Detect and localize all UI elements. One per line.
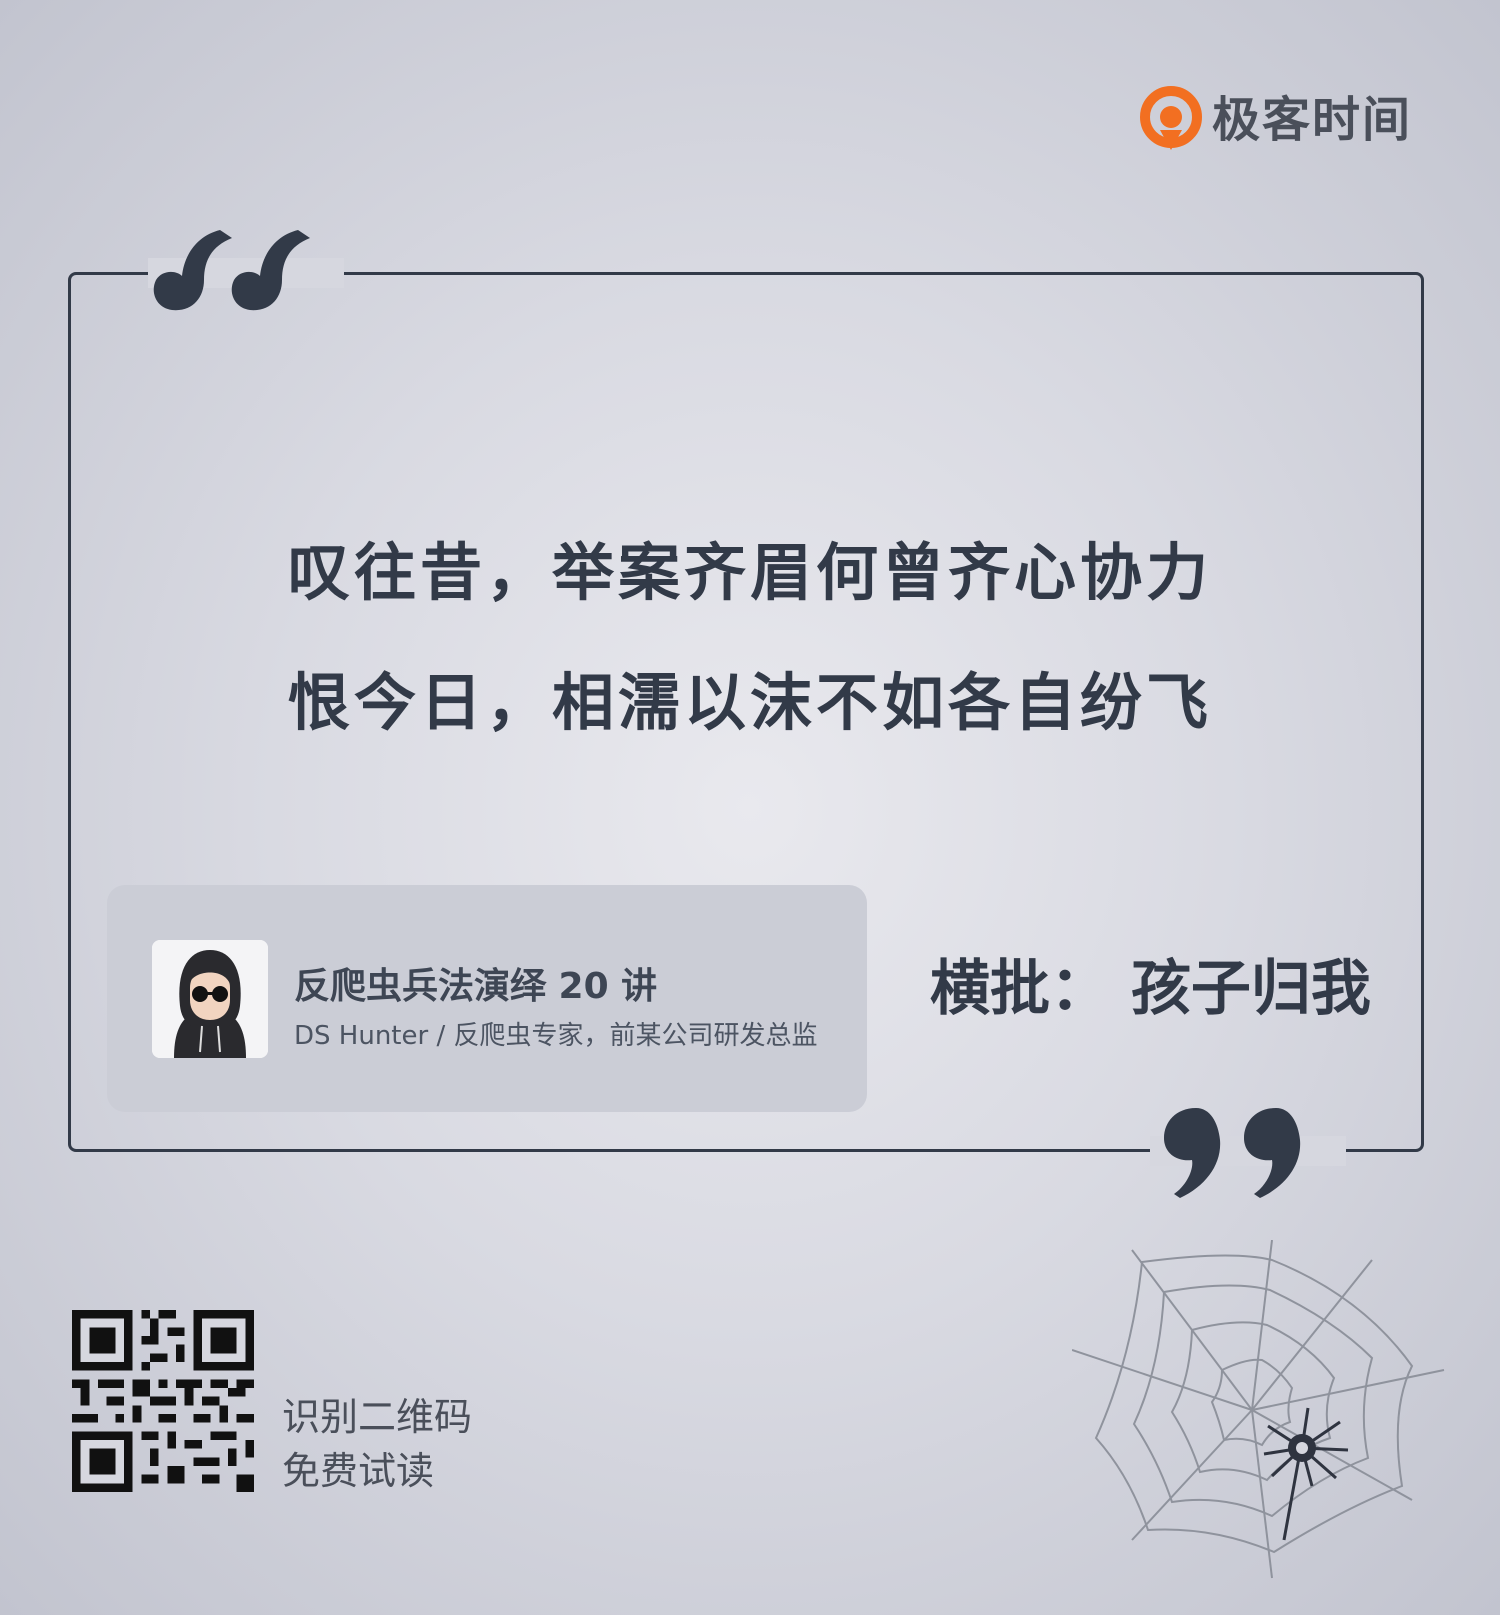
qr-code-icon[interactable] xyxy=(72,1310,254,1492)
quote-line-2: 恨今日，相濡以沫不如各自纷飞 xyxy=(287,666,1212,739)
qr-caption-line-2: 免费试读 xyxy=(282,1449,435,1493)
spider-web-icon xyxy=(1072,1240,1445,1579)
banner-text: 横批： 孩子归我 xyxy=(930,954,1371,1024)
geektime-logo-icon xyxy=(1140,86,1202,150)
close-quote-icon xyxy=(1164,1108,1301,1198)
brand-name: 极客时间 xyxy=(1212,92,1413,148)
quote-line-1: 叹往昔，举案齐眉何曾齐心协力 xyxy=(287,536,1212,609)
qr-caption: 识别二维码 免费试读 xyxy=(282,1390,472,1498)
quote-text: 叹往昔，举案齐眉何曾齐心协力 恨今日，相濡以沫不如各自纷飞 xyxy=(150,508,1350,768)
qr-caption-line-1: 识别二维码 xyxy=(282,1395,473,1439)
course-author: DS Hunter / 反爬虫专家，前某公司研发总监 xyxy=(294,1021,818,1051)
open-quote-icon xyxy=(153,230,310,311)
course-card[interactable]: 反爬虫兵法演绎 20 讲 DS Hunter / 反爬虫专家，前某公司研发总监 xyxy=(107,885,867,1112)
brand-logo-group[interactable]: 极客时间 xyxy=(1140,86,1412,154)
hooded-avatar xyxy=(152,940,268,1058)
course-title: 反爬虫兵法演绎 20 讲 xyxy=(294,966,658,1007)
